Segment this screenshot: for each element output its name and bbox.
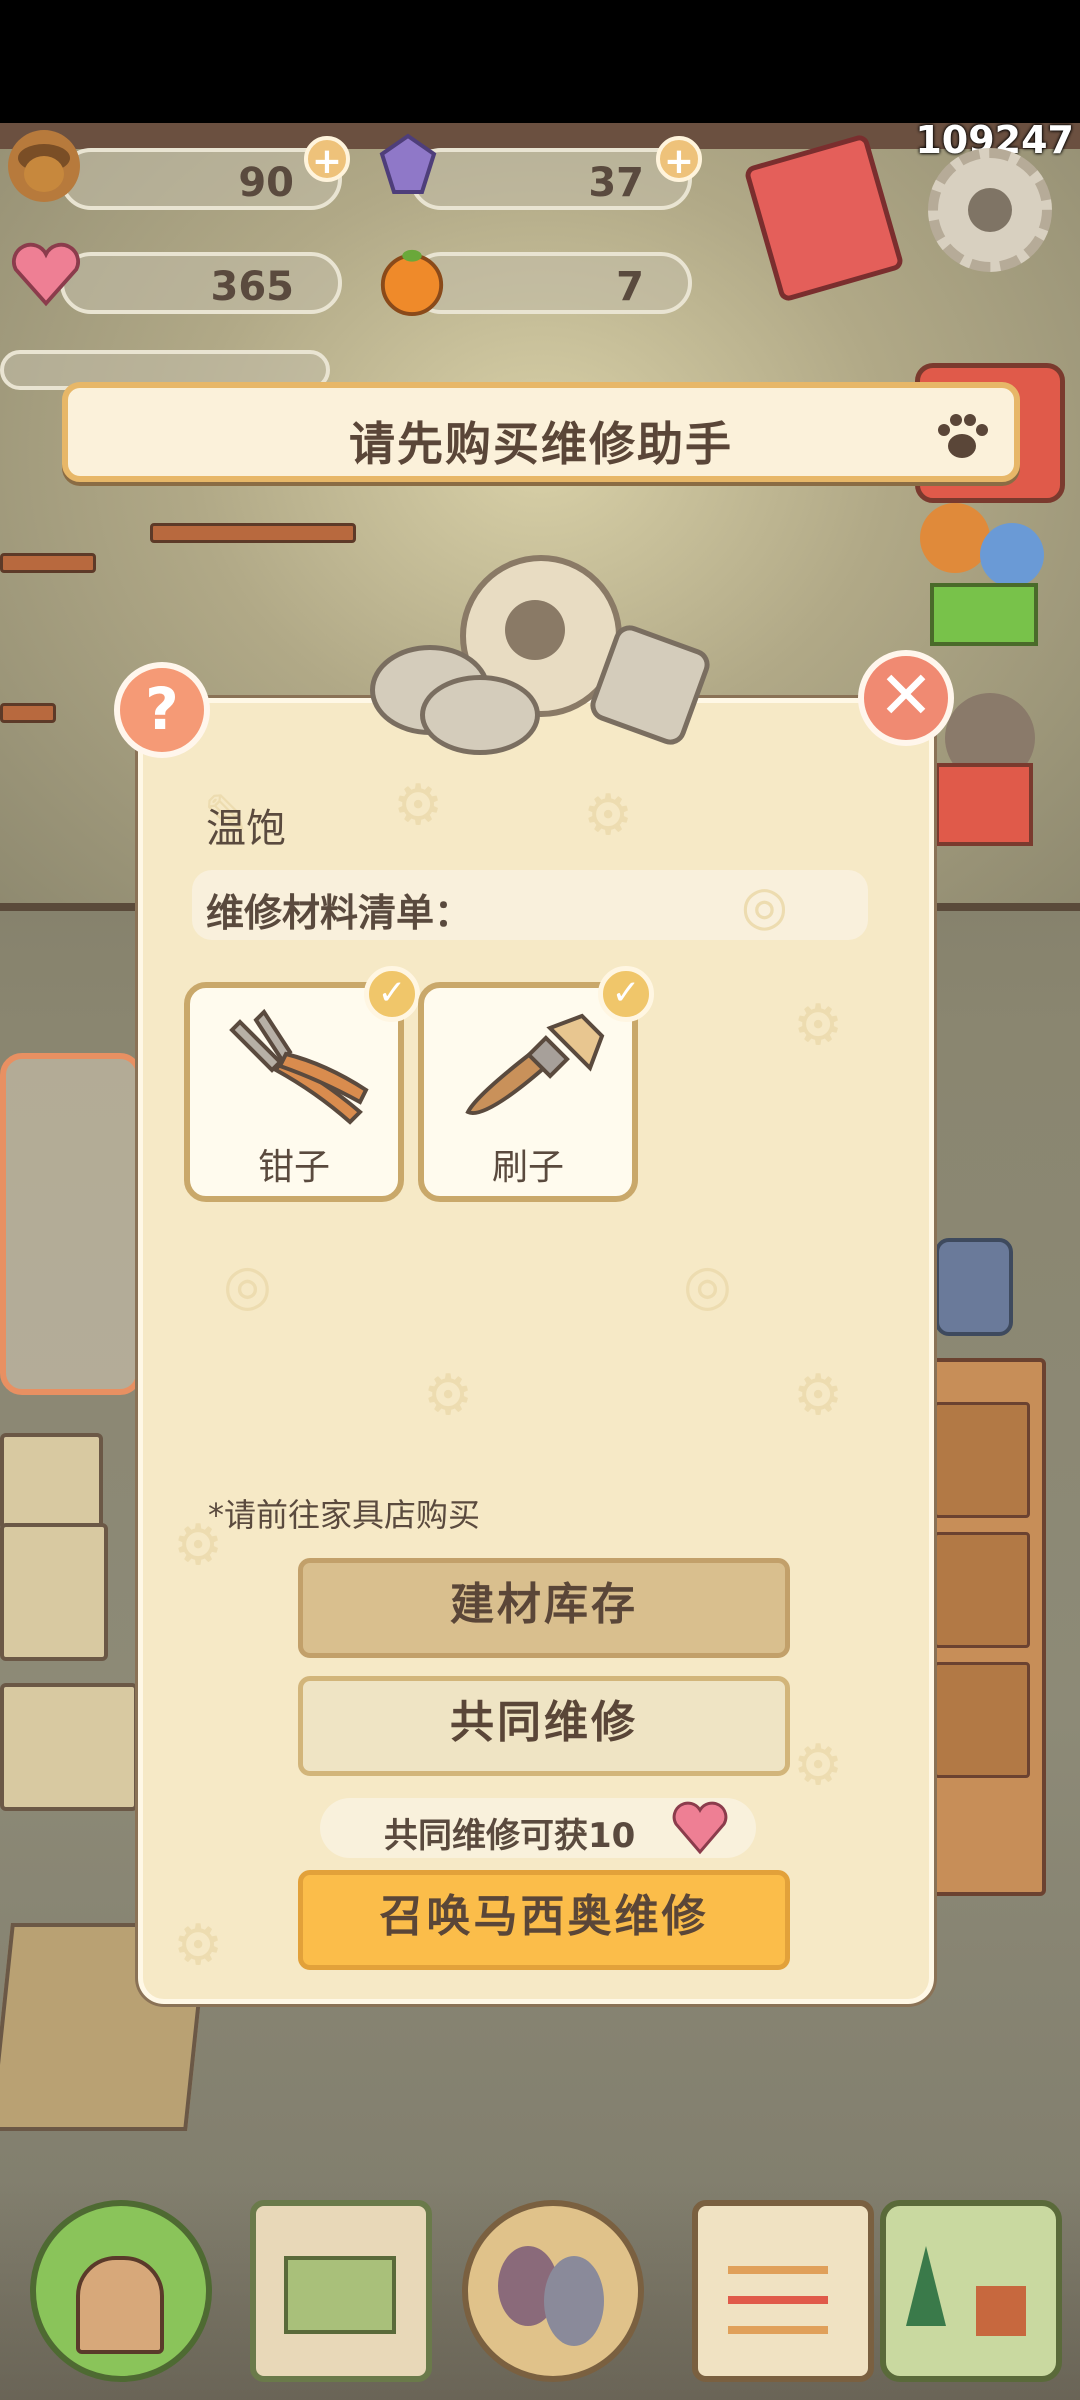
- cardboard-box: [0, 1433, 103, 1531]
- material-label-brush: 刷子: [491, 1147, 564, 1188]
- orange-counter: 7: [410, 252, 692, 314]
- wall-shelf-left-lower: [0, 703, 56, 723]
- wall-shelf-left: [0, 553, 96, 573]
- heart-gem-icon: [672, 1801, 728, 1855]
- heart-count: 365: [210, 264, 295, 310]
- material-stock-button[interactable]: 建材库存: [298, 1558, 790, 1658]
- acorn-counter: 90: [60, 148, 342, 210]
- acorn-icon: [8, 130, 80, 202]
- mail-icon[interactable]: [250, 2200, 432, 2382]
- gear-pattern-icon: ⚙: [793, 993, 844, 1058]
- acorn-count: 90: [238, 160, 294, 206]
- drawer-cabinet: [918, 1358, 1046, 1896]
- gear-pattern-icon: ⚙: [583, 783, 634, 848]
- reward-text: 共同维修可获10: [384, 1816, 636, 1856]
- map-icon[interactable]: [880, 2200, 1062, 2382]
- cardboard-box: [0, 1523, 108, 1661]
- material-label-pliers: 钳子: [257, 1147, 330, 1188]
- heart-gem-icon: [10, 238, 82, 310]
- checkmark-icon: ✓: [598, 966, 654, 1022]
- orange-count: 7: [616, 264, 644, 310]
- gear-pattern-icon: ⚙: [423, 1363, 474, 1428]
- gear-pattern-icon: ⚙: [393, 773, 444, 838]
- clock-pattern-icon: ◎: [683, 1253, 732, 1318]
- co-repair-reward: 共同维修可获10: [320, 1798, 756, 1858]
- material-card-brush[interactable]: 刷子 ✓: [418, 966, 654, 1202]
- co-repair-button[interactable]: 共同维修: [298, 1676, 790, 1776]
- orange-icon: [376, 246, 448, 318]
- wall-shelf: [150, 523, 356, 543]
- balloon-gift-icon[interactable]: [920, 503, 1050, 653]
- materials-list-header: 维修材料清单： ◎: [192, 870, 868, 940]
- paw-icon: [938, 414, 988, 458]
- material-card-pliers[interactable]: 钳子 ✓: [184, 966, 420, 1202]
- hardware-illustration: [360, 555, 730, 755]
- vase-plant: [935, 1238, 1013, 1336]
- add-gems-button[interactable]: +: [656, 136, 702, 182]
- clock-pattern-icon: ◎: [740, 874, 788, 937]
- help-button[interactable]: ?: [114, 662, 210, 758]
- gear-icon[interactable]: [928, 148, 1052, 272]
- house-icon[interactable]: [30, 2200, 212, 2382]
- clock-pattern-icon: ◎: [223, 1253, 272, 1318]
- pliers-icon: [229, 1008, 369, 1125]
- checkmark-icon: ✓: [364, 966, 420, 1022]
- materials-list-title: 维修材料清单：: [206, 891, 473, 935]
- repair-item-name: 温饱: [206, 806, 286, 852]
- gear-pattern-icon: ⚙: [793, 1363, 844, 1428]
- gear-pattern-icon: ⚙: [173, 1913, 224, 1978]
- avatar-button[interactable]: [462, 2200, 644, 2382]
- gear-pattern-icon: ⚙: [793, 1733, 844, 1798]
- sloth-gift-icon[interactable]: [935, 693, 1045, 846]
- cardboard-box: [0, 1683, 138, 1811]
- close-button[interactable]: ✕: [858, 650, 954, 746]
- add-acorns-button[interactable]: +: [304, 136, 350, 182]
- hint-banner: 请先购买维修助手: [62, 382, 1020, 482]
- partial-item-card: [0, 1053, 142, 1395]
- brush-icon: [465, 1013, 605, 1115]
- heart-counter: 365: [60, 252, 342, 314]
- gem-counter: 37: [410, 148, 692, 210]
- summon-repair-button[interactable]: 召唤马西奥维修: [298, 1870, 790, 1970]
- purchase-note: *请前往家具店购买: [208, 1496, 481, 1534]
- gem-icon: [372, 130, 444, 202]
- clipboard-icon[interactable]: [692, 2200, 874, 2382]
- gem-count: 37: [588, 160, 644, 206]
- banner-text: 请先购买维修助手: [349, 417, 733, 471]
